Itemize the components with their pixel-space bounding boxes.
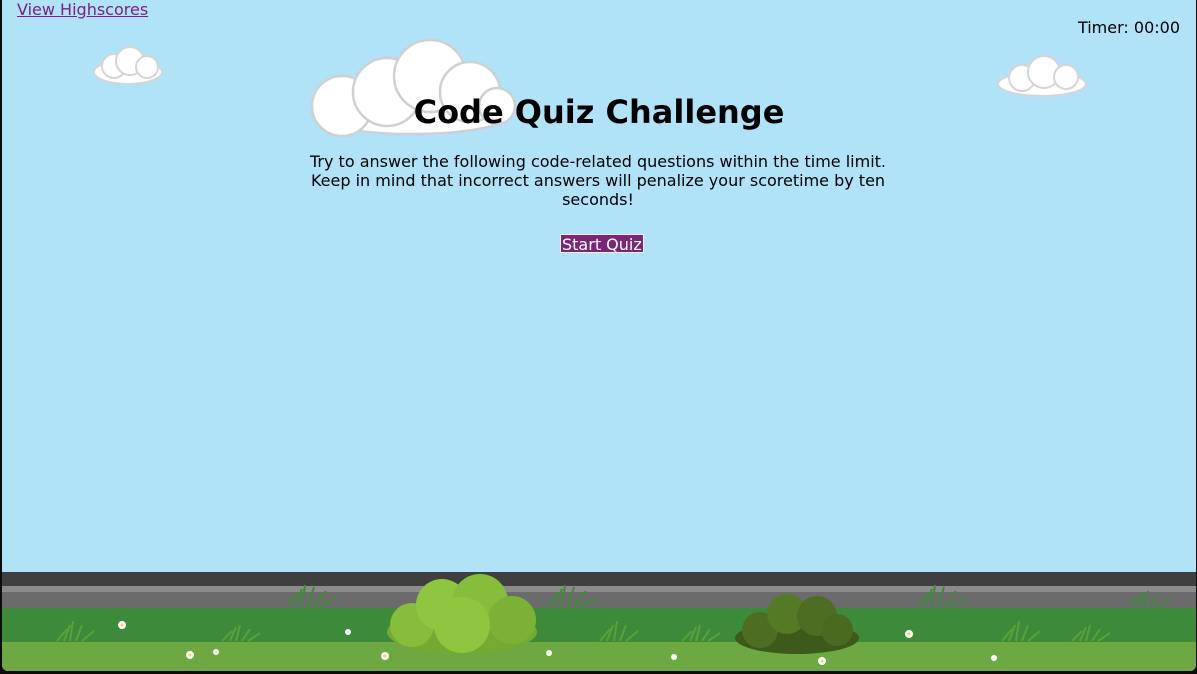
road <box>2 572 1196 586</box>
quiz-instructions: Try to answer the following code-related… <box>310 152 886 209</box>
timer: Timer: 00:00 <box>1078 18 1180 37</box>
timer-label: Timer: <box>1077 18 1129 37</box>
start-quiz-button[interactable]: Start Quiz <box>560 234 644 254</box>
browser-frame: View Highscores Timer: 00:00 Code Quiz C… <box>0 0 1197 674</box>
quiz-page: View Highscores Timer: 00:00 Code Quiz C… <box>2 0 1196 671</box>
page-title: Code Quiz Challenge <box>413 93 785 131</box>
cloud-icon <box>997 55 1087 97</box>
timer-value: 00:00 <box>1133 18 1180 37</box>
cloud-icon <box>93 46 163 85</box>
view-highscores-link[interactable]: View Highscores <box>17 0 148 19</box>
